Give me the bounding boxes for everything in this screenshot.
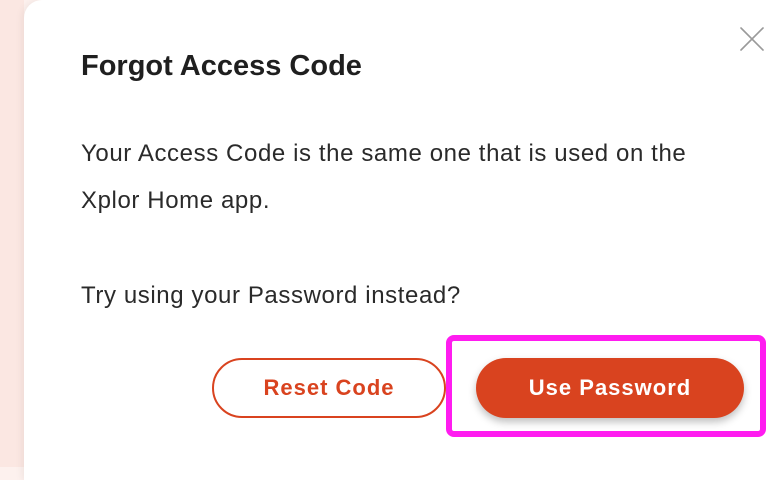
- close-icon: [740, 27, 764, 51]
- backdrop: [0, 0, 24, 467]
- close-button[interactable]: [737, 24, 767, 54]
- use-password-button[interactable]: Use Password: [476, 358, 744, 418]
- dialog-message: Your Access Code is the same one that is…: [81, 140, 687, 214]
- dialog-title: Forgot Access Code: [81, 50, 362, 82]
- reset-code-button[interactable]: Reset Code: [212, 358, 446, 418]
- dialog-prompt: Try using your Password instead?: [81, 282, 461, 309]
